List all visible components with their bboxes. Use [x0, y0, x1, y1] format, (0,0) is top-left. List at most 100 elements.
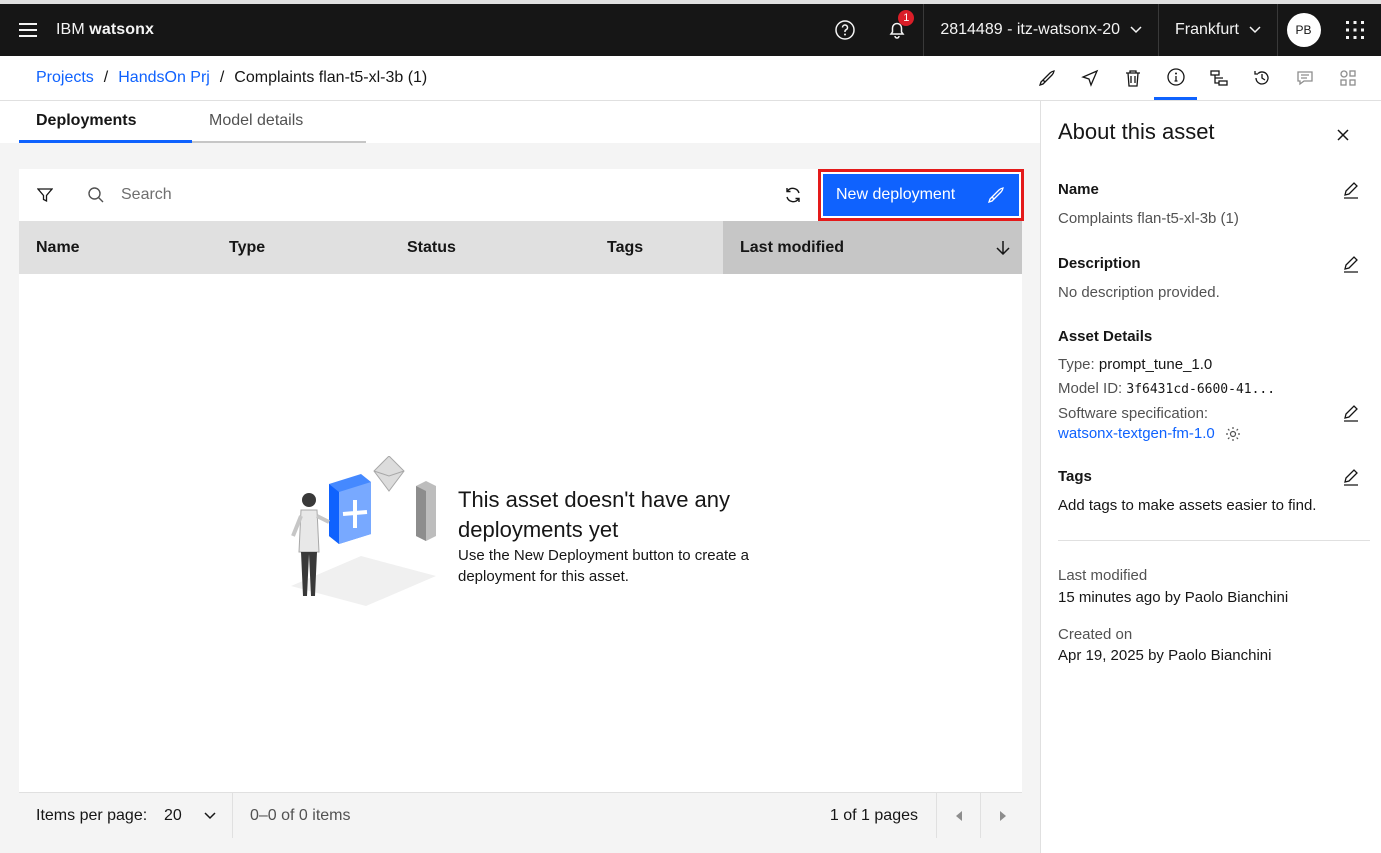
lineage-icon[interactable]: [1197, 56, 1240, 100]
asset-details-label: Asset Details: [1058, 328, 1153, 345]
breadcrumb-project[interactable]: HandsOn Prj: [118, 69, 210, 87]
type-row: Type: prompt_tune_1.0: [1058, 356, 1212, 373]
deploy-rocket-icon[interactable]: [1025, 56, 1068, 100]
search-icon: [88, 187, 104, 203]
history-icon[interactable]: [1240, 56, 1283, 100]
product-name[interactable]: IBM watsonx: [56, 21, 154, 39]
help-icon[interactable]: [819, 4, 871, 56]
asset-toolbar: [1025, 56, 1369, 100]
metadata-icon[interactable]: [1326, 56, 1369, 100]
breadcrumb-separator: /: [219, 69, 225, 86]
notification-badge: 1: [898, 10, 915, 26]
refresh-icon[interactable]: [771, 169, 815, 221]
type-value: prompt_tune_1.0: [1098, 356, 1213, 373]
next-page-button[interactable]: [980, 793, 1024, 838]
tags-value: Add tags to make assets easier to find.: [1058, 497, 1317, 514]
main-content: Deployments Model details Search New dep…: [0, 101, 1040, 853]
account-switcher[interactable]: 2814489 - itz-watsonx-20: [923, 4, 1158, 56]
about-asset-panel: About this asset Name Complaints flan-t5…: [1040, 101, 1381, 853]
type-key: Type:: [1058, 356, 1095, 373]
model-id-key: Model ID:: [1058, 380, 1123, 397]
model-id-row: Model ID: 3f6431cd-6600-41...: [1058, 380, 1275, 397]
edit-tags-icon[interactable]: [1341, 468, 1361, 488]
caret-left-icon: [955, 810, 962, 821]
empty-state-title: This asset doesn't have any deployments …: [458, 487, 731, 542]
global-header: IBM watsonx 1 2814489 - itz-watsonx-20 F…: [0, 4, 1381, 56]
description-value: No description provided.: [1058, 284, 1220, 301]
panel-divider: [1058, 540, 1370, 541]
tab-model-details[interactable]: Model details: [192, 101, 366, 143]
description-label: Description: [1058, 255, 1141, 272]
rocket-icon: [987, 187, 1004, 204]
caret-right-icon: [999, 810, 1006, 821]
tags-label: Tags: [1058, 468, 1092, 485]
search-input[interactable]: Search: [87, 169, 777, 221]
send-icon[interactable]: [1068, 56, 1111, 100]
empty-state-description: Use the New Deployment button to create …: [458, 547, 749, 585]
page-count: 1 of 1 pages: [829, 806, 918, 824]
edit-software-spec-icon[interactable]: [1341, 404, 1361, 424]
column-header-tags[interactable]: Tags: [607, 221, 643, 274]
chevron-down-icon: [1249, 26, 1261, 34]
pagination-divider: [232, 793, 233, 838]
info-icon[interactable]: [1154, 56, 1197, 100]
last-modified-value: 15 minutes ago by Paolo Bianchini: [1058, 589, 1289, 606]
new-deployment-label: New deployment: [836, 186, 956, 203]
app-switcher-icon[interactable]: [1329, 4, 1381, 56]
tab-list: Deployments Model details: [0, 101, 1040, 143]
breadcrumb-projects[interactable]: Projects: [36, 69, 94, 87]
region-switcher[interactable]: Frankfurt: [1157, 4, 1277, 56]
search-placeholder: Search: [121, 186, 172, 203]
notification-icon[interactable]: 1: [871, 4, 923, 56]
menu-icon[interactable]: [0, 4, 56, 56]
new-deployment-button[interactable]: New deployment: [823, 174, 1019, 216]
filter-icon[interactable]: [19, 169, 71, 221]
panel-title: About this asset: [1058, 119, 1215, 144]
breadcrumb-current: Complaints flan-t5-xl-3b (1): [234, 69, 428, 86]
column-header-name[interactable]: Name: [36, 221, 80, 274]
created-on-value: Apr 19, 2025 by Paolo Bianchini: [1058, 647, 1272, 664]
items-per-page-label: Items per page:: [36, 806, 148, 824]
pagination: Items per page: 20 0–0 of 0 items 1 of 1…: [19, 792, 1024, 838]
model-id-value: 3f6431cd-6600-41...: [1126, 382, 1276, 397]
tab-deployments[interactable]: Deployments: [19, 101, 192, 143]
items-per-page-value: 20: [164, 806, 182, 824]
deployments-table: Search New deployment Name Type Status T…: [19, 169, 1024, 838]
edit-name-icon[interactable]: [1341, 181, 1361, 201]
user-avatar[interactable]: PB: [1286, 13, 1321, 47]
empty-state: This asset doesn't have any deployments …: [19, 274, 1022, 792]
created-on-label: Created on: [1058, 626, 1133, 643]
column-header-last-modified[interactable]: Last modified: [723, 221, 1022, 274]
name-label: Name: [1058, 181, 1099, 198]
table-toolbar: Search New deployment: [19, 169, 1024, 221]
previous-page-button[interactable]: [936, 793, 980, 838]
close-icon[interactable]: [1333, 125, 1353, 145]
arrow-down-icon: [996, 240, 1010, 255]
trash-icon[interactable]: [1111, 56, 1154, 100]
software-spec-key: Software specification:: [1058, 405, 1209, 422]
edit-description-icon[interactable]: [1341, 255, 1361, 275]
items-per-page-select[interactable]: 20: [164, 793, 216, 838]
account-label: 2814489 - itz-watsonx-20: [940, 21, 1120, 38]
breadcrumb-bar: Projects / HandsOn Prj / Complaints flan…: [0, 56, 1381, 101]
chevron-down-icon: [204, 811, 216, 819]
chevron-down-icon: [1130, 26, 1142, 34]
brand-prefix: IBM: [56, 21, 85, 38]
name-value: Complaints flan-t5-xl-3b (1): [1058, 210, 1239, 227]
software-spec-link[interactable]: watsonx-textgen-fm-1.0: [1058, 425, 1215, 442]
column-header-type[interactable]: Type: [229, 221, 265, 274]
software-spec-row: watsonx-textgen-fm-1.0: [1058, 425, 1241, 442]
breadcrumb: Projects / HandsOn Prj / Complaints flan…: [36, 69, 427, 87]
gear-icon[interactable]: [1225, 426, 1241, 442]
column-header-last-modified-label: Last modified: [740, 238, 845, 256]
column-header-status[interactable]: Status: [407, 221, 456, 274]
comment-icon[interactable]: [1283, 56, 1326, 100]
breadcrumb-separator: /: [103, 69, 109, 86]
region-label: Frankfurt: [1174, 21, 1239, 38]
last-modified-label: Last modified: [1058, 567, 1148, 584]
table-header: Name Type Status Tags Last modified: [19, 221, 1022, 274]
brand-name: watsonx: [89, 21, 155, 38]
items-range: 0–0 of 0 items: [250, 806, 351, 824]
new-deployment-highlight: New deployment: [818, 169, 1024, 221]
empty-state-illustration: [271, 455, 441, 611]
